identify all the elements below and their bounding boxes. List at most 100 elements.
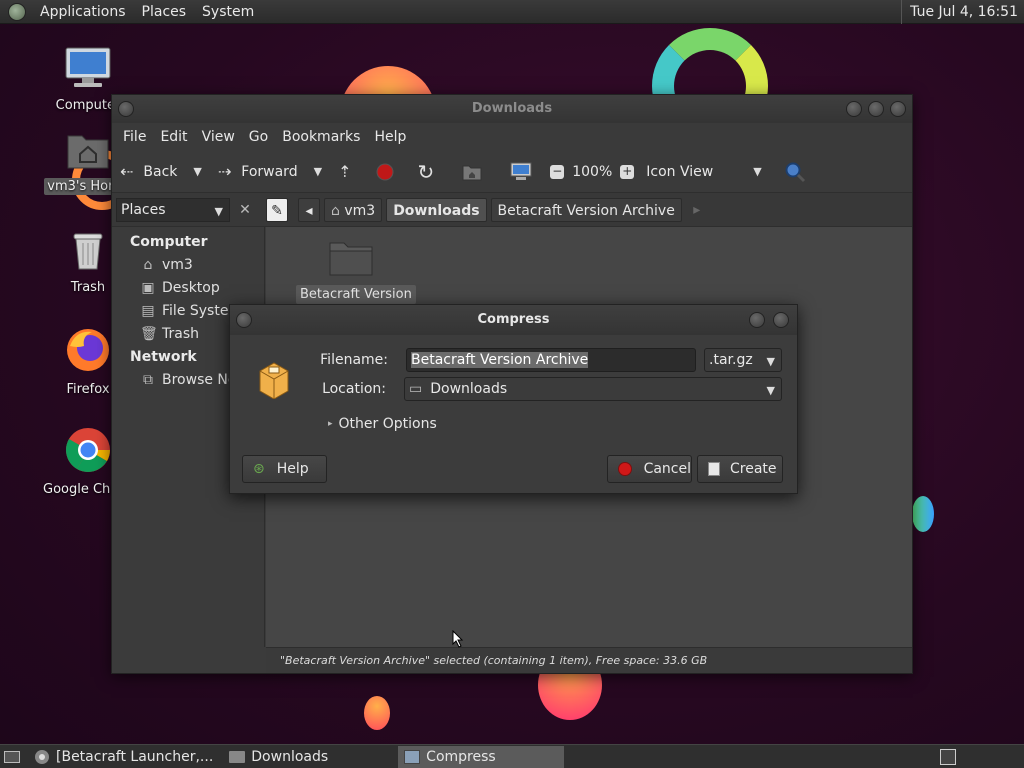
computer-icon (65, 47, 111, 87)
create-button[interactable]: Create (697, 455, 783, 483)
other-options-expander[interactable]: ▸ Other Options (328, 416, 437, 432)
up-arrow-icon: ⇡ (338, 162, 352, 181)
cancel-button[interactable]: Cancel (607, 455, 692, 483)
filename-value: Betacraft Version Archive (411, 352, 589, 368)
location-select[interactable]: ▭ Downloads ▼ (404, 377, 782, 401)
clock[interactable]: Tue Jul 4, 16:51 (901, 0, 1024, 24)
stop-icon (376, 163, 394, 180)
maximize-button[interactable] (868, 101, 884, 117)
computer-button[interactable] (510, 162, 532, 182)
window-titlebar[interactable]: Downloads (112, 95, 912, 123)
dialog-titlebar[interactable]: Compress (230, 305, 797, 335)
breadcrumb: ✎ ◂ ⌂ vm3 Downloads Betacraft Version Ar… (266, 197, 712, 222)
stop-button[interactable] (375, 162, 395, 182)
filename-label: Filename: (320, 352, 388, 368)
home-icon: ⌂ (143, 257, 153, 273)
desktop-icon-label: Firefox (66, 382, 110, 397)
back-button[interactable]: ⇠ Back ▼ (120, 162, 202, 181)
zoom-in-button[interactable]: + (620, 163, 635, 179)
network-icon: ⧉ (143, 372, 153, 388)
expander-arrow-icon: ▸ (328, 419, 333, 429)
close-sidebar-icon[interactable]: ✕ (234, 202, 256, 218)
chrome-icon (35, 749, 49, 764)
taskbar-item-betacraft-launcher[interactable]: [Betacraft Launcher,... (28, 746, 219, 768)
forward-button[interactable]: ⇢ Forward ▼ (218, 162, 322, 181)
other-options-label: Other Options (338, 416, 437, 432)
close-button[interactable] (890, 101, 906, 117)
reload-icon: ↻ (417, 159, 435, 184)
bottom-taskbar: [Betacraft Launcher,... Downloads Compre… (0, 744, 1024, 768)
home-button[interactable] (462, 163, 482, 181)
toolbar: ⇠ Back ▼ ⇢ Forward ▼ ⇡ ↻ − 100% + Icon V… (112, 151, 912, 193)
zoom-out-button[interactable]: − (550, 164, 565, 179)
zoom-in-icon: + (620, 163, 635, 179)
view-mode-select[interactable]: Icon View ▼ (646, 164, 761, 180)
back-history-dropdown-icon[interactable]: ▼ (193, 165, 201, 178)
back-label: Back (143, 163, 178, 180)
desktop-icon-label: Trash (70, 280, 106, 295)
extension-select[interactable]: .tar.gz ▼ (704, 348, 782, 372)
close-button[interactable] (773, 312, 789, 328)
drive-icon: ▤ (141, 303, 155, 319)
os-logo-icon[interactable] (8, 2, 26, 21)
archive-icon (404, 749, 421, 764)
cancel-button-label: Cancel (643, 461, 691, 477)
menu-file[interactable]: File (116, 129, 153, 145)
up-button[interactable]: ⇡ (338, 162, 351, 181)
taskbar-item-compress[interactable]: Compress (398, 745, 565, 768)
applications-menu[interactable]: Applications (32, 0, 134, 24)
breadcrumb-downloads[interactable]: Downloads (386, 197, 487, 222)
sidebar-heading-computer: Computer (130, 234, 208, 250)
maximize-button[interactable] (749, 312, 765, 328)
zoom-level[interactable]: 100% (572, 164, 612, 180)
menu-bookmarks[interactable]: Bookmarks (275, 129, 367, 145)
menu-go[interactable]: Go (242, 129, 275, 145)
places-menu[interactable]: Places (134, 0, 195, 24)
menu-bar: File Edit View Go Bookmarks Help (112, 123, 912, 151)
minimize-button[interactable] (846, 101, 862, 117)
sidebar-places-select[interactable]: Places ▼ (116, 197, 230, 222)
location-bar: Places ▼ ✕ ✎ ◂ ⌂ vm3 Downloads Betacraft… (112, 193, 912, 227)
menu-help[interactable]: Help (367, 129, 413, 145)
sidebar-item-label: vm3 (162, 257, 193, 273)
places-select-value: Places (121, 201, 166, 218)
help-button[interactable]: ⊛ Help (242, 455, 327, 483)
folder-item[interactable]: Betacraft Version (296, 237, 416, 304)
breadcrumb-vm3[interactable]: ⌂ vm3 (324, 197, 383, 222)
window-menu-icon[interactable] (118, 101, 134, 117)
forward-history-dropdown-icon[interactable]: ▼ (314, 165, 322, 178)
filename-row: Filename: Betacraft Version Archive .tar… (252, 348, 782, 372)
show-desktop-button[interactable] (0, 746, 28, 768)
filename-input[interactable]: Betacraft Version Archive (406, 348, 696, 372)
status-bar: "Betacraft Version Archive" selected (co… (266, 647, 912, 673)
workspace-switcher[interactable] (934, 746, 962, 768)
chevron-down-icon: ▼ (766, 384, 775, 397)
firefox-icon (67, 329, 109, 371)
dialog-title: Compress (477, 312, 550, 327)
sidebar-item-vm3[interactable]: ⌂ vm3 (112, 254, 264, 277)
background-small-blob (364, 696, 390, 730)
breadcrumb-left-arrow-icon[interactable]: ◂ (298, 197, 320, 222)
search-button[interactable] (784, 161, 806, 183)
breadcrumb-betacraft-version-archive[interactable]: Betacraft Version Archive (490, 197, 682, 222)
search-icon (785, 162, 805, 182)
create-button-label: Create (730, 461, 777, 477)
sidebar-item-desktop[interactable]: ▣ Desktop (112, 277, 264, 300)
taskbar-item-label: Downloads (251, 748, 329, 765)
taskbar-item-downloads[interactable]: Downloads (223, 746, 334, 768)
system-menu[interactable]: System (194, 0, 262, 24)
top-panel: Applications Places System Tue Jul 4, 16… (0, 0, 1024, 24)
menu-view[interactable]: View (195, 129, 242, 145)
reload-button[interactable]: ↻ (417, 160, 434, 184)
window-menu-icon[interactable] (236, 312, 252, 328)
chevron-down-icon: ▼ (766, 355, 775, 368)
location-label: Location: (322, 381, 386, 397)
help-lifebuoy-icon: ⊛ (253, 461, 265, 477)
menu-edit[interactable]: Edit (153, 129, 194, 145)
cancel-icon (618, 462, 632, 476)
location-value: Downloads (430, 381, 508, 397)
sidebar-item-label: Trash (162, 326, 199, 342)
document-icon (708, 462, 720, 476)
edit-location-icon[interactable]: ✎ (266, 197, 288, 222)
breadcrumb-right-arrow-icon[interactable]: ▸ (686, 198, 708, 222)
